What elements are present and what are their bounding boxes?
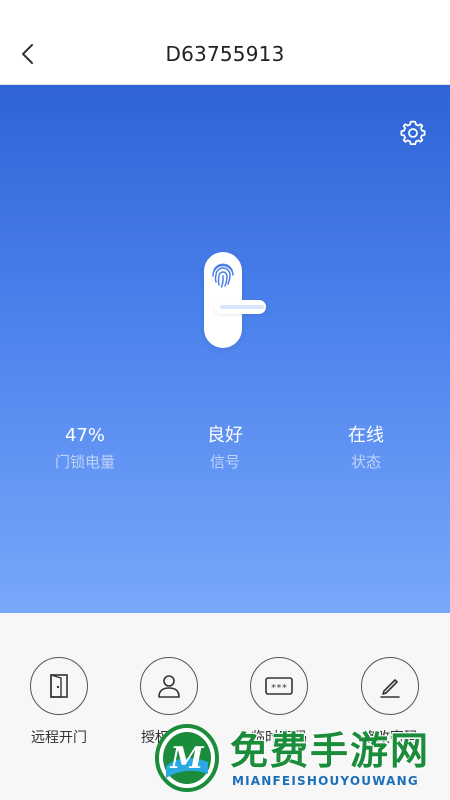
fingerprint-icon [212,263,234,288]
status-value: 在线 [348,425,384,446]
change-password-button[interactable]: 修改密码 [335,657,445,747]
edit-icon [380,679,400,698]
remote-unlock-circle [30,657,88,715]
lock-status-panel: 47% 门锁电量 良好 信号 在线 状态 [0,85,450,613]
status-label: 状态 [350,453,381,471]
signal-value: 良好 [207,425,243,446]
svg-text:***: *** [271,684,287,694]
door-icon [50,674,68,698]
signal-stat: 良好 信号 [155,423,295,472]
gear-icon [400,120,426,145]
battery-value: 47% [64,425,105,446]
lock-handle-accent [220,305,264,309]
temp-password-label: 临时密码 [251,730,307,746]
header-bar: D63755913 [0,0,450,85]
signal-label: 信号 [209,453,240,471]
remote-unlock-button[interactable]: 远程开门 [4,657,114,747]
battery-stat: 47% 门锁电量 [15,423,155,472]
fingerprint-lock-icon [200,250,272,350]
page-title: D63755913 [165,42,285,66]
status-stat: 在线 状态 [296,423,436,472]
authorize-user-button[interactable]: 授权亲用 [114,657,224,747]
user-icon [158,675,180,698]
change-password-label: 修改密码 [362,730,418,746]
battery-label: 门锁电量 [54,453,115,471]
action-bar: 远程开门 授权亲用 *** 临时密码 修改密码 [0,613,450,800]
temp-password-circle: *** [250,657,308,715]
temp-password-button[interactable]: *** 临时密码 [224,657,334,747]
authorize-user-circle [140,657,198,715]
settings-button[interactable] [398,118,428,148]
remote-unlock-label: 远程开门 [31,730,87,746]
change-password-circle [361,657,419,715]
password-icon: *** [265,677,293,695]
authorize-user-label: 授权亲用 [141,730,197,746]
